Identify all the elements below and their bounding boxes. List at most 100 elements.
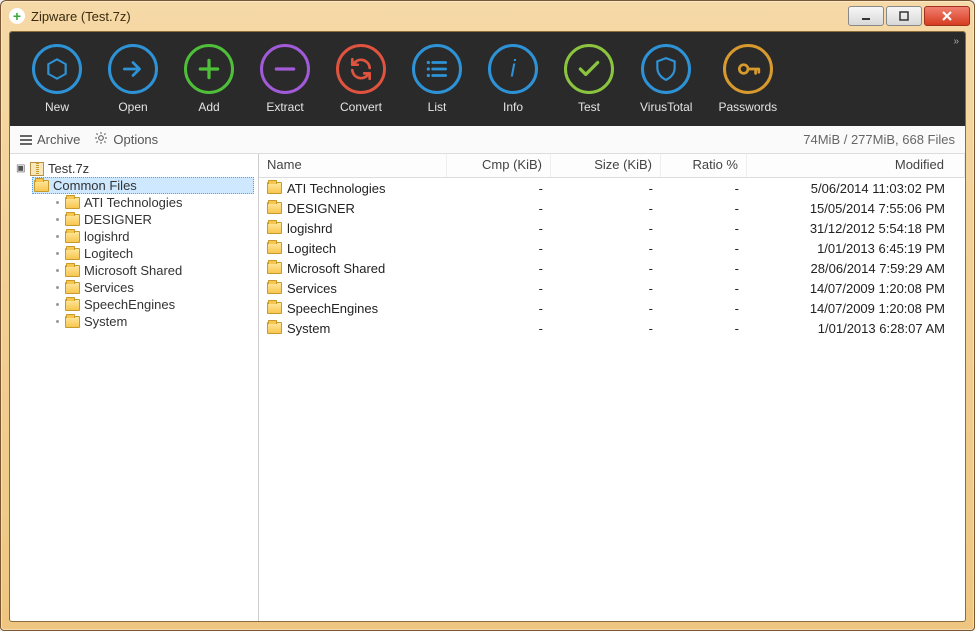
tree-node-label: ATI Technologies xyxy=(84,195,183,210)
cell-cmp: - xyxy=(447,238,551,259)
col-ratio[interactable]: Ratio % xyxy=(661,154,747,177)
maximize-button[interactable] xyxy=(886,6,922,26)
toolbar-label: Open xyxy=(118,100,147,114)
list-body[interactable]: ATI Technologies - - - 5/06/2014 11:03:0… xyxy=(259,178,965,621)
folder-icon xyxy=(267,282,282,294)
table-row[interactable]: System - - - 1/01/2013 6:28:07 AM xyxy=(259,318,965,338)
folder-icon xyxy=(267,322,282,334)
tree-node[interactable]: ATI Technologies xyxy=(54,194,254,211)
tree-node[interactable]: SpeechEngines xyxy=(54,296,254,313)
plus-icon xyxy=(184,44,234,94)
folder-tree[interactable]: ▣ Test.7z Common Files ATI TechnologiesD… xyxy=(10,154,259,621)
col-size[interactable]: Size (KiB) xyxy=(551,154,661,177)
folder-icon xyxy=(267,302,282,314)
tree-node[interactable]: DESIGNER xyxy=(54,211,254,228)
cell-size: - xyxy=(551,318,661,339)
table-row[interactable]: Services - - - 14/07/2009 1:20:08 PM xyxy=(259,278,965,298)
archive-menu[interactable]: Archive xyxy=(20,131,80,148)
toolbar-extract-button[interactable]: Extract xyxy=(260,44,310,114)
table-row[interactable]: DESIGNER - - - 15/05/2014 7:55:06 PM xyxy=(259,198,965,218)
shield-icon xyxy=(641,44,691,94)
cell-cmp: - xyxy=(447,258,551,279)
client-area: » New Open Add Extract Convert List i Info Test V… xyxy=(9,31,966,622)
table-row[interactable]: ATI Technologies - - - 5/06/2014 11:03:0… xyxy=(259,178,965,198)
arrow-right-icon xyxy=(108,44,158,94)
cell-size: - xyxy=(551,298,661,319)
toolbar-label: New xyxy=(45,100,69,114)
folder-icon xyxy=(65,197,80,209)
toolbar-add-button[interactable]: Add xyxy=(184,44,234,114)
tree-node-common-files[interactable]: Common Files xyxy=(32,177,254,194)
folder-icon xyxy=(65,282,80,294)
cell-name: Logitech xyxy=(287,241,336,256)
tree-node-label: logishrd xyxy=(84,229,130,244)
cell-name: ATI Technologies xyxy=(287,181,386,196)
table-row[interactable]: Logitech - - - 1/01/2013 6:45:19 PM xyxy=(259,238,965,258)
cell-ratio: - xyxy=(661,198,747,219)
toolbar-overflow-icon[interactable]: » xyxy=(953,36,959,47)
col-name[interactable]: Name xyxy=(259,154,447,177)
tree-dot-icon xyxy=(56,218,59,221)
tree-node[interactable]: Logitech xyxy=(54,245,254,262)
app-icon: + xyxy=(9,8,25,24)
folder-icon xyxy=(267,182,282,194)
cell-modified: 5/06/2014 11:03:02 PM xyxy=(747,178,965,199)
cell-name: DESIGNER xyxy=(287,201,355,216)
collapse-icon[interactable]: ▣ xyxy=(16,163,26,174)
cell-size: - xyxy=(551,178,661,199)
toolbar-list-button[interactable]: List xyxy=(412,44,462,114)
minimize-button[interactable] xyxy=(848,6,884,26)
check-icon xyxy=(564,44,614,94)
window-controls xyxy=(848,6,970,26)
close-button[interactable] xyxy=(924,6,970,26)
minus-icon xyxy=(260,44,310,94)
folder-icon xyxy=(267,262,282,274)
table-row[interactable]: logishrd - - - 31/12/2012 5:54:18 PM xyxy=(259,218,965,238)
toolbar-convert-button[interactable]: Convert xyxy=(336,44,386,114)
table-row[interactable]: SpeechEngines - - - 14/07/2009 1:20:08 P… xyxy=(259,298,965,318)
toolbar-label: Test xyxy=(578,100,600,114)
toolbar-virustotal-button[interactable]: VirusTotal xyxy=(640,44,692,114)
col-cmp[interactable]: Cmp (KiB) xyxy=(447,154,551,177)
tree-node[interactable]: Microsoft Shared xyxy=(54,262,254,279)
svg-text:i: i xyxy=(510,56,516,82)
tree-node[interactable]: Services xyxy=(54,279,254,296)
tree-dot-icon xyxy=(56,235,59,238)
cell-name: Microsoft Shared xyxy=(287,261,385,276)
content-panes: ▣ Test.7z Common Files ATI TechnologiesD… xyxy=(10,154,965,621)
toolbar-test-button[interactable]: Test xyxy=(564,44,614,114)
tree-dot-icon xyxy=(56,269,59,272)
cell-ratio: - xyxy=(661,278,747,299)
toolbar-label: Info xyxy=(503,100,523,114)
toolbar-label: List xyxy=(428,100,447,114)
secondary-bar: Archive Options 74MiB / 277MiB, 668 File… xyxy=(10,126,965,154)
tree-node-label: Logitech xyxy=(84,246,133,261)
cell-size: - xyxy=(551,238,661,259)
cube-icon xyxy=(32,44,82,94)
cell-name: Services xyxy=(287,281,337,296)
cell-size: - xyxy=(551,258,661,279)
tree-dot-icon xyxy=(56,320,59,323)
cell-modified: 28/06/2014 7:59:29 AM xyxy=(747,258,965,279)
folder-icon xyxy=(65,265,80,277)
tree-node[interactable]: System xyxy=(54,313,254,330)
cell-ratio: - xyxy=(661,238,747,259)
cell-modified: 1/01/2013 6:28:07 AM xyxy=(747,318,965,339)
tree-node[interactable]: logishrd xyxy=(54,228,254,245)
cell-modified: 15/05/2014 7:55:06 PM xyxy=(747,198,965,219)
cell-ratio: - xyxy=(661,258,747,279)
options-menu-label: Options xyxy=(113,132,158,147)
cell-cmp: - xyxy=(447,218,551,239)
cell-cmp: - xyxy=(447,198,551,219)
folder-icon xyxy=(65,214,80,226)
tree-dot-icon xyxy=(56,286,59,289)
toolbar-open-button[interactable]: Open xyxy=(108,44,158,114)
table-row[interactable]: Microsoft Shared - - - 28/06/2014 7:59:2… xyxy=(259,258,965,278)
options-menu[interactable]: Options xyxy=(94,131,158,148)
toolbar-info-button[interactable]: i Info xyxy=(488,44,538,114)
cell-size: - xyxy=(551,218,661,239)
tree-root[interactable]: ▣ Test.7z xyxy=(14,160,254,177)
toolbar-passwords-button[interactable]: Passwords xyxy=(718,44,777,114)
toolbar-new-button[interactable]: New xyxy=(32,44,82,114)
col-modified[interactable]: Modified xyxy=(747,154,965,177)
